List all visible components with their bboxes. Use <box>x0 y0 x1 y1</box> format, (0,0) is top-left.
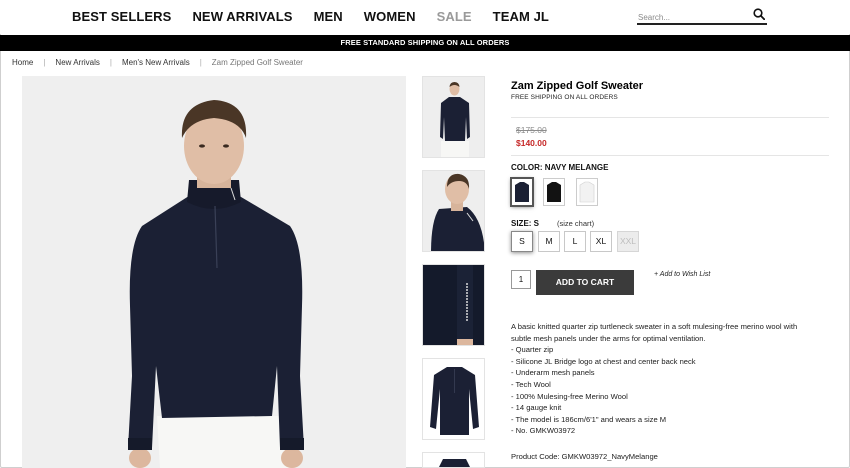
description-line: - 14 gauge knit <box>511 403 562 413</box>
main-product-image[interactable] <box>22 76 406 468</box>
nav-new-arrivals[interactable]: NEW ARRIVALS <box>192 9 292 24</box>
divider <box>511 155 829 156</box>
color-label: COLOR: NAVY MELANGE <box>511 163 609 172</box>
product-description: A basic knitted quarter zip turtleneck s… <box>511 321 831 437</box>
size-button-xl[interactable]: XL <box>590 231 612 252</box>
breadcrumb-separator: | <box>109 58 112 67</box>
size-chart-link[interactable]: (size chart) <box>557 219 594 228</box>
product-title: Zam Zipped Golf Sweater <box>511 80 644 92</box>
breadcrumb-home[interactable]: Home <box>12 58 33 67</box>
description-line: - No. GMKW03972 <box>511 426 576 436</box>
breadcrumb-current: Zam Zipped Golf Sweater <box>211 58 303 67</box>
thumbnail-sleeve-image <box>423 265 484 345</box>
quantity-input[interactable]: 1 <box>511 270 531 289</box>
nav-sale[interactable]: SALE <box>437 9 472 24</box>
description-line: - Tech Wool <box>511 379 551 389</box>
description-line: - The model is 186cm/6'1" and wears a si… <box>511 414 667 424</box>
shipping-banner: FREE STANDARD SHIPPING ON ALL ORDERS <box>0 35 850 51</box>
add-to-cart-button[interactable]: ADD TO CART <box>536 270 634 295</box>
description-line: subtle mesh panels under the arms for op… <box>511 333 706 343</box>
search-box <box>637 7 767 26</box>
thumbnail-sleeve-detail[interactable] <box>422 264 485 346</box>
sweater-navy-icon <box>515 182 529 202</box>
site-header: BEST SELLERS NEW ARRIVALS MEN WOMEN SALE… <box>0 0 850 34</box>
color-swatch-white[interactable] <box>576 178 598 206</box>
nav-team-jl[interactable]: TEAM JL <box>493 9 549 24</box>
size-button-m[interactable]: M <box>538 231 560 252</box>
original-price: $175.00 <box>516 125 547 135</box>
description-line: - Underarm mesh panels <box>511 368 595 378</box>
main-nav: BEST SELLERS NEW ARRIVALS MEN WOMEN SALE… <box>72 9 570 24</box>
product-code: Product Code: GMKW03972_NavyMelange <box>511 452 658 461</box>
breadcrumb-new-arrivals[interactable]: New Arrivals <box>55 58 99 67</box>
product-details: Zam Zipped Golf Sweater FREE SHIPPING ON… <box>511 80 831 101</box>
divider <box>511 117 829 118</box>
thumbnail-side[interactable] <box>422 170 485 252</box>
size-button-l[interactable]: L <box>564 231 586 252</box>
description-line: - Silicone JL Bridge logo at chest and c… <box>511 356 696 366</box>
search-icon[interactable] <box>753 8 765 20</box>
size-label: SIZE: S <box>511 219 540 228</box>
thumbnail-flat-lay[interactable] <box>422 358 485 440</box>
sale-price: $140.00 <box>516 138 547 148</box>
thumbnail-front[interactable] <box>422 76 485 158</box>
thumbnail-side-image <box>423 171 484 251</box>
thumbnail-next[interactable] <box>422 452 485 468</box>
breadcrumb-separator: | <box>199 58 202 67</box>
breadcrumb-separator: | <box>43 58 46 67</box>
sweater-white-icon <box>579 181 595 203</box>
color-swatch-navy[interactable] <box>511 178 533 206</box>
nav-best-sellers[interactable]: BEST SELLERS <box>72 9 171 24</box>
color-swatch-black[interactable] <box>543 178 565 206</box>
size-button-s[interactable]: S <box>511 231 533 252</box>
thumbnail-next-image <box>423 453 484 467</box>
add-to-wish-list-link[interactable]: + Add to Wish List <box>654 271 710 278</box>
sweater-black-icon <box>547 182 561 202</box>
free-shipping-note: FREE SHIPPING ON ALL ORDERS <box>511 94 618 101</box>
search-input[interactable] <box>637 9 747 26</box>
thumbnail-front-image <box>423 77 484 157</box>
breadcrumb: Home | New Arrivals | Men's New Arrivals… <box>12 58 303 67</box>
thumbnail-flat-image <box>423 359 484 439</box>
nav-men[interactable]: MEN <box>314 9 343 24</box>
nav-women[interactable]: WOMEN <box>364 9 416 24</box>
description-line: - 100% Mulesing-free Merino Wool <box>511 391 628 401</box>
breadcrumb-mens-new-arrivals[interactable]: Men's New Arrivals <box>122 58 190 67</box>
size-button-xxl: XXL <box>617 231 639 252</box>
model-wearing-sweater-image <box>22 76 406 468</box>
description-line: - Quarter zip <box>511 345 554 355</box>
description-line: A basic knitted quarter zip turtleneck s… <box>511 322 798 331</box>
